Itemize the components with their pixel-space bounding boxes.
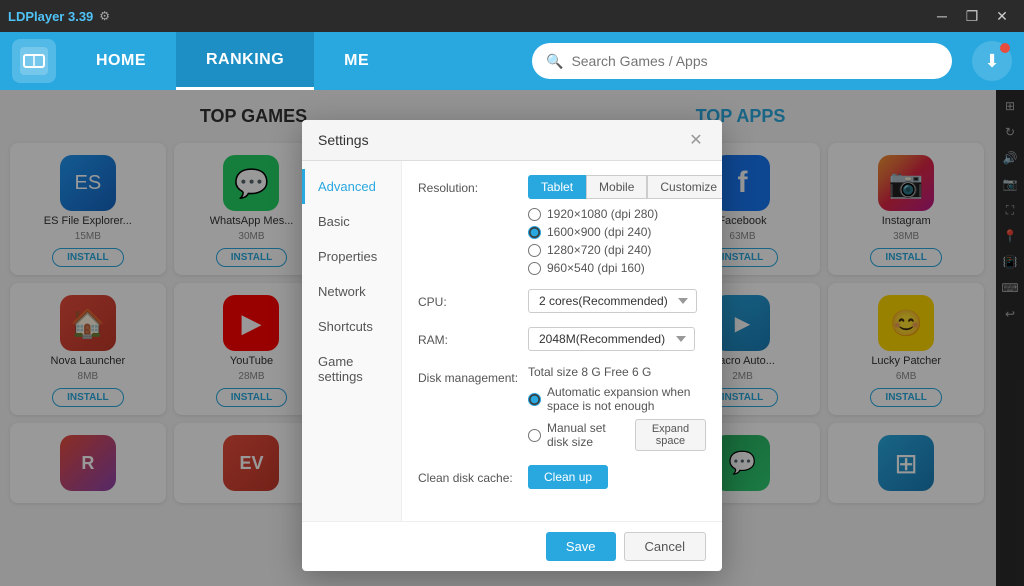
save-button[interactable]: Save (546, 532, 616, 561)
title-bar: LDPlayer 3.39 ⚙ ─ ❐ ✕ (0, 0, 1024, 32)
ram-label: RAM: (418, 327, 528, 347)
resolution-label: Resolution: (418, 175, 528, 195)
resolution-option-1920[interactable]: 1920×1080 (dpi 280) (528, 207, 722, 221)
nav-logo (12, 39, 56, 83)
download-badge (1000, 43, 1010, 53)
tab-customize[interactable]: Customize (647, 175, 722, 199)
clean-disk-setting: Clean disk cache: Clean up (418, 465, 706, 489)
dialog-footer: Save Cancel (302, 521, 722, 571)
menu-item-advanced[interactable]: Advanced (302, 169, 401, 204)
clean-disk-control: Clean up (528, 465, 706, 489)
settings-overlay: Settings ✕ Advanced Basic Properties Net… (0, 90, 1024, 586)
download-button[interactable]: ⬇ (972, 41, 1012, 81)
resolution-tabs: Tablet Mobile Customize (528, 175, 722, 199)
tab-mobile[interactable]: Mobile (586, 175, 647, 199)
cpu-control: 2 cores(Recommended) (528, 289, 706, 313)
tab-ranking[interactable]: RANKING (176, 32, 314, 90)
dialog-sidebar: Advanced Basic Properties Network Shortc… (302, 161, 402, 521)
nav-bar: HOME RANKING ME 🔍 ⬇ (0, 32, 1024, 90)
ram-setting: RAM: 2048M(Recommended) (418, 327, 706, 351)
logo-icon (20, 47, 48, 75)
resolution-radio-group: 1920×1080 (dpi 280) 1600×900 (dpi 240) 1… (528, 207, 722, 275)
title-bar-icon: ⚙ (99, 9, 110, 23)
tab-me[interactable]: ME (314, 32, 399, 90)
tab-home[interactable]: HOME (66, 32, 176, 90)
minimize-button[interactable]: ─ (928, 2, 956, 30)
disk-label: Disk management: (418, 365, 528, 385)
nav-search-bar: 🔍 (532, 43, 952, 79)
resolution-option-1280[interactable]: 1280×720 (dpi 240) (528, 243, 722, 257)
disk-manual-option[interactable]: Manual set disk size Expand space (528, 419, 706, 451)
app-logo: LDPlayer 3.39 (8, 9, 93, 24)
ram-select[interactable]: 2048M(Recommended) (528, 327, 695, 351)
disk-control: Total size 8 G Free 6 G Automatic expans… (528, 365, 706, 451)
ram-control: 2048M(Recommended) (528, 327, 706, 351)
main-content: TOP GAMES TOP APPS ES ES File Explorer..… (0, 90, 1024, 586)
settings-dialog: Settings ✕ Advanced Basic Properties Net… (302, 120, 722, 571)
disk-radio-group: Automatic expansion when space is not en… (528, 385, 706, 451)
cpu-select[interactable]: 2 cores(Recommended) (528, 289, 697, 313)
dialog-settings-content: Resolution: Tablet Mobile Customize 1920… (402, 161, 722, 521)
close-button[interactable]: ✕ (988, 2, 1016, 30)
dialog-close-button[interactable]: ✕ (686, 130, 706, 150)
resolution-setting: Resolution: Tablet Mobile Customize 1920… (418, 175, 706, 275)
resolution-option-1600[interactable]: 1600×900 (dpi 240) (528, 225, 722, 239)
restore-button[interactable]: ❐ (958, 2, 986, 30)
cancel-button[interactable]: Cancel (624, 532, 706, 561)
tab-tablet[interactable]: Tablet (528, 175, 586, 199)
clean-disk-label: Clean disk cache: (418, 465, 528, 485)
disk-info: Total size 8 G Free 6 G (528, 365, 706, 379)
disk-setting: Disk management: Total size 8 G Free 6 G… (418, 365, 706, 451)
menu-item-game-settings[interactable]: Game settings (302, 344, 401, 394)
menu-item-properties[interactable]: Properties (302, 239, 401, 274)
dialog-body: Advanced Basic Properties Network Shortc… (302, 161, 722, 521)
dialog-header: Settings ✕ (302, 120, 722, 161)
menu-item-basic[interactable]: Basic (302, 204, 401, 239)
nav-tabs: HOME RANKING ME (66, 32, 512, 90)
dialog-title: Settings (318, 132, 369, 148)
resolution-control: Tablet Mobile Customize 1920×1080 (dpi 2… (528, 175, 722, 275)
menu-item-shortcuts[interactable]: Shortcuts (302, 309, 401, 344)
cpu-setting: CPU: 2 cores(Recommended) (418, 289, 706, 313)
search-input[interactable] (571, 53, 938, 69)
cpu-label: CPU: (418, 289, 528, 309)
title-bar-left: LDPlayer 3.39 ⚙ (8, 9, 110, 24)
title-bar-controls: ─ ❐ ✕ (928, 2, 1016, 30)
expand-space-button[interactable]: Expand space (635, 419, 706, 451)
resolution-option-960[interactable]: 960×540 (dpi 160) (528, 261, 722, 275)
menu-item-network[interactable]: Network (302, 274, 401, 309)
disk-auto-option[interactable]: Automatic expansion when space is not en… (528, 385, 706, 413)
cleanup-button[interactable]: Clean up (528, 465, 608, 489)
search-icon: 🔍 (546, 53, 563, 70)
